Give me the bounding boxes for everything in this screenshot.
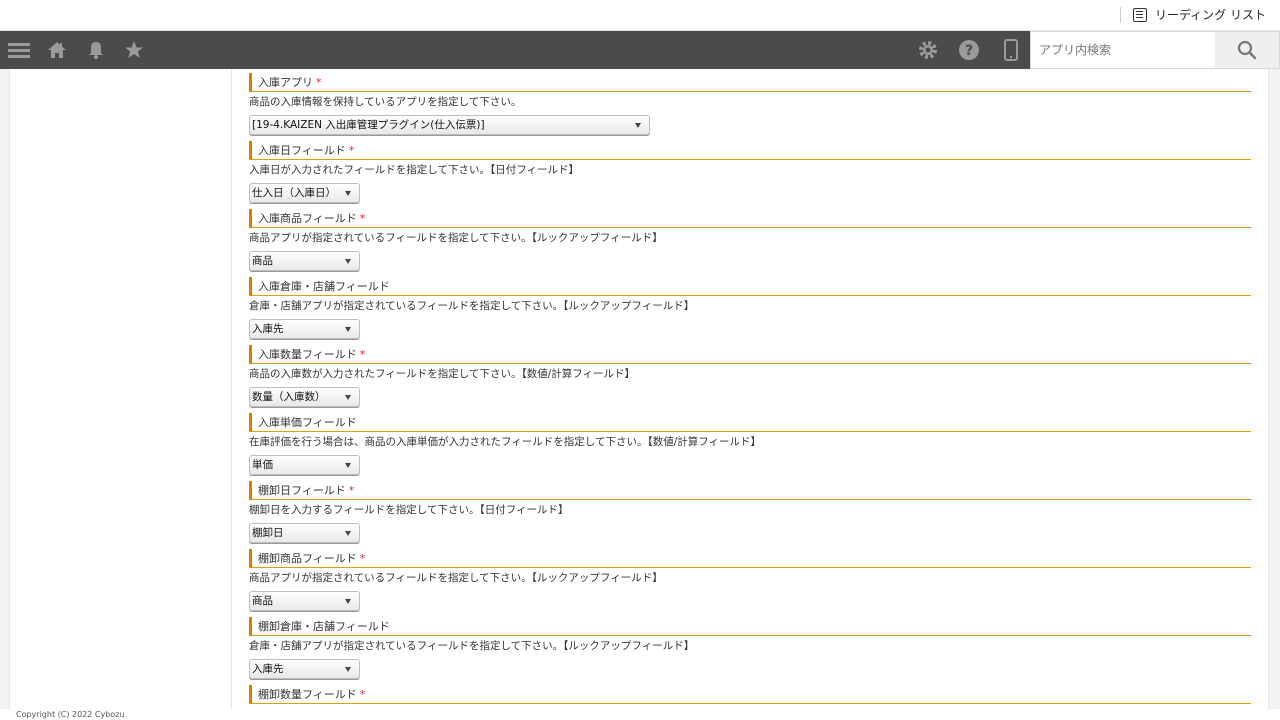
field-select[interactable]: 仕入日（入庫日） <box>249 183 360 203</box>
section-description: 倉庫・店舗アプリが指定されているフィールドを指定して下さい。【ルックアップフィー… <box>249 300 695 312</box>
section-title: 入庫数量フィールド * <box>249 345 1251 364</box>
home-icon[interactable] <box>38 31 76 69</box>
section-title: 棚卸日フィールド * <box>249 481 1251 500</box>
setting-section: 棚卸数量フィールド * <box>249 685 1251 704</box>
section-title: 棚卸倉庫・店舗フィールド <box>249 617 1251 636</box>
field-select[interactable]: 商品 <box>249 251 360 271</box>
settings-side-pane <box>10 69 230 709</box>
section-description: 商品アプリが指定されているフィールドを指定して下さい。【ルックアップフィールド】 <box>249 572 663 584</box>
select-value: 商品 <box>252 595 273 607</box>
page-gutter-right <box>1268 69 1280 709</box>
required-mark: * <box>316 76 322 89</box>
section-description: 在庫評価を行う場合は、商品の入庫単価が入力されたフィールドを指定して下さい。【数… <box>249 436 762 448</box>
select-value: 入庫先 <box>252 663 284 675</box>
section-title: 入庫倉庫・店舗フィールド <box>249 277 1251 296</box>
chevron-down-icon <box>345 667 351 672</box>
field-select[interactable]: 商品 <box>249 591 360 611</box>
setting-section: 入庫単価フィールド 在庫評価を行う場合は、商品の入庫単価が入力されたフィールドを… <box>249 413 1251 475</box>
section-title: 入庫単価フィールド <box>249 413 1251 432</box>
section-title: 棚卸商品フィールド * <box>249 549 1251 568</box>
section-description: 棚卸日を入力するフィールドを指定して下さい。【日付フィールド】 <box>249 504 569 516</box>
page-gutter-left <box>0 69 10 709</box>
chevron-down-icon <box>345 327 351 332</box>
section-description: 商品の入庫情報を保持しているアプリを指定して下さい。 <box>249 96 522 108</box>
chevron-down-icon <box>345 531 351 536</box>
chevron-down-icon <box>345 395 351 400</box>
required-mark: * <box>348 144 355 157</box>
svg-text:?: ? <box>965 43 973 59</box>
setting-section: 棚卸日フィールド * 棚卸日を入力するフィールドを指定して下さい。【日付フィールド… <box>249 481 1251 543</box>
chevron-down-icon <box>345 191 351 196</box>
setting-section: 入庫アプリ * 商品の入庫情報を保持しているアプリを指定して下さい。 [19-4.… <box>249 73 1251 135</box>
required-mark: * <box>359 212 366 225</box>
field-select[interactable]: 入庫先 <box>249 319 360 339</box>
mobile-view-icon[interactable] <box>992 31 1030 69</box>
select-value: 単価 <box>252 459 273 471</box>
chevron-down-icon <box>345 463 351 468</box>
select-value: [19-4.KAIZEN 入出庫管理プラグイン(仕入伝票)] <box>252 119 485 131</box>
setting-section: 棚卸倉庫・店舗フィールド 倉庫・店舗アプリが指定されているフィールドを指定して下… <box>249 617 1251 679</box>
chevron-down-icon <box>345 259 351 264</box>
notification-bell-icon[interactable] <box>77 31 115 69</box>
section-description: 商品の入庫数が入力されたフィールドを指定して下さい。【数値/計算フィールド】 <box>249 368 636 380</box>
field-select[interactable]: 入庫先 <box>249 659 360 679</box>
section-title: 棚卸数量フィールド * <box>249 685 1251 704</box>
app-search-input[interactable] <box>1031 32 1217 68</box>
select-value: 棚卸日 <box>252 527 284 539</box>
setting-section: 棚卸商品フィールド * 商品アプリが指定されているフィールドを指定して下さい。【ル… <box>249 549 1251 611</box>
field-select[interactable]: 棚卸日 <box>249 523 360 543</box>
field-select[interactable]: 数量（入庫数） <box>249 387 360 407</box>
reading-list-icon <box>1133 7 1148 22</box>
setting-section: 入庫日フィールド * 入庫日が入力されたフィールドを指定して下さい。【日付フィール… <box>249 141 1251 203</box>
required-mark: * <box>359 688 366 701</box>
search-button[interactable] <box>1215 32 1279 68</box>
select-value: 商品 <box>252 255 273 267</box>
plugin-settings-form: 入庫アプリ * 商品の入庫情報を保持しているアプリを指定して下さい。 [19-4.… <box>231 69 1268 709</box>
menu-icon[interactable] <box>0 31 38 69</box>
setting-section: 入庫倉庫・店舗フィールド 倉庫・店舗アプリが指定されているフィールドを指定して下… <box>249 277 1251 339</box>
field-select[interactable]: 単価 <box>249 455 360 475</box>
search-icon <box>1237 40 1257 60</box>
chevron-down-icon <box>635 123 641 128</box>
section-title: 入庫アプリ * <box>249 73 1251 92</box>
setting-section: 入庫数量フィールド * 商品の入庫数が入力されたフィールドを指定して下さい。【数値… <box>249 345 1251 407</box>
browser-toolbar: リーディング リスト <box>0 0 1280 31</box>
section-title: 入庫商品フィールド * <box>249 209 1251 228</box>
select-value: 数量（入庫数） <box>252 391 326 403</box>
section-description: 倉庫・店舗アプリが指定されているフィールドを指定して下さい。【ルックアップフィー… <box>249 640 695 652</box>
chevron-down-icon <box>345 599 351 604</box>
reading-list-label: リーディング リスト <box>1155 8 1266 22</box>
section-title: 入庫日フィールド * <box>249 141 1251 160</box>
footer-copyright: Copyright (C) 2022 Cybozu <box>0 709 1280 720</box>
required-mark: * <box>359 348 366 361</box>
setting-section: 入庫商品フィールド * 商品アプリが指定されているフィールドを指定して下さい。【ル… <box>249 209 1251 271</box>
reading-list-button[interactable]: リーディング リスト <box>1120 6 1266 23</box>
toolbar-separator <box>1120 6 1122 23</box>
section-description: 入庫日が入力されたフィールドを指定して下さい。【日付フィールド】 <box>249 164 580 176</box>
required-mark: * <box>348 484 355 497</box>
app-search <box>1030 31 1280 69</box>
select-value: 入庫先 <box>252 323 284 335</box>
favorites-star-icon[interactable] <box>115 31 153 69</box>
section-description: 商品アプリが指定されているフィールドを指定して下さい。【ルックアップフィールド】 <box>249 232 663 244</box>
field-select[interactable]: [19-4.KAIZEN 入出庫管理プラグイン(仕入伝票)] <box>249 115 650 135</box>
settings-gear-icon[interactable] <box>909 31 947 69</box>
required-mark: * <box>359 552 366 565</box>
help-icon[interactable]: ? <box>950 31 988 69</box>
select-value: 仕入日（入庫日） <box>252 187 336 199</box>
